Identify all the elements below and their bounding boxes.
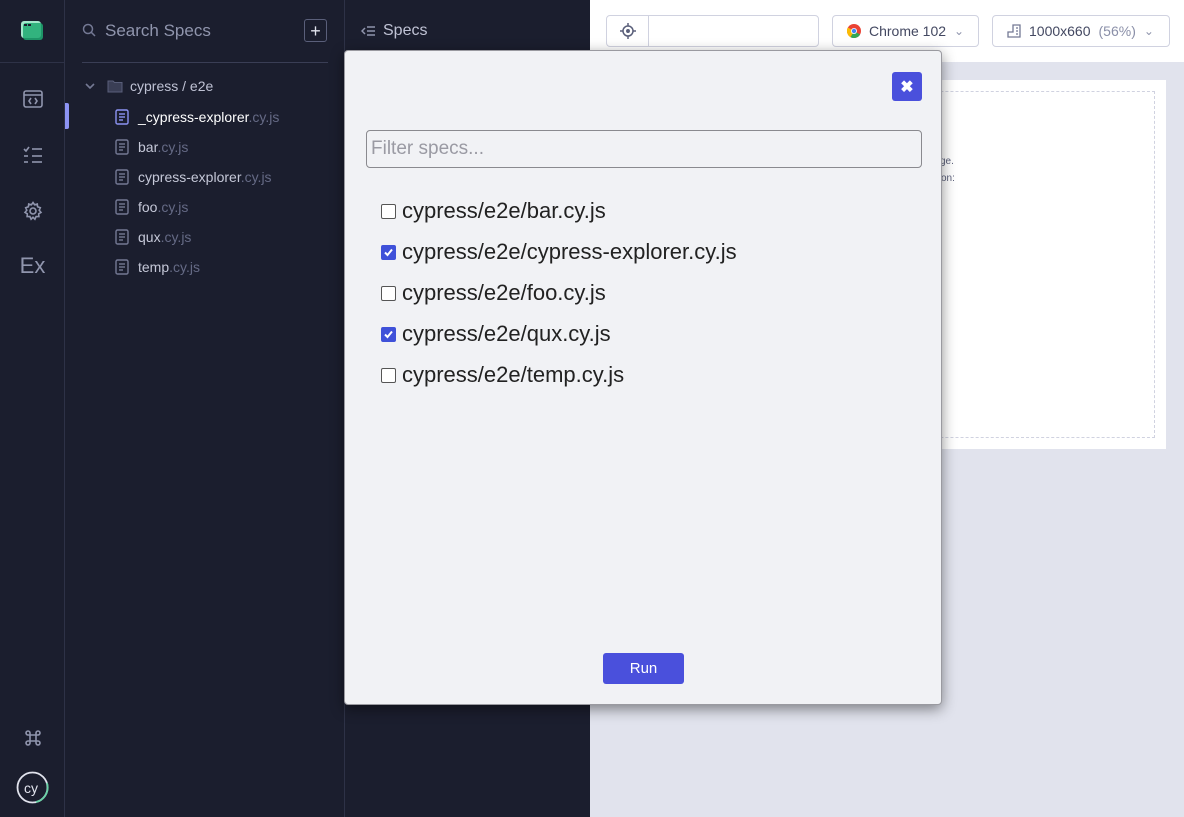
keyboard-shortcuts-button[interactable] xyxy=(0,729,65,747)
spec-list-item[interactable]: temp.cy.js xyxy=(65,253,345,279)
spec-list-item[interactable]: _cypress-explorer.cy.js xyxy=(65,103,345,129)
spec-name: _cypress-explorer.cy.js xyxy=(138,109,279,125)
viewport-size: 1000x660 xyxy=(1029,23,1091,39)
browser-label: Chrome 102 xyxy=(869,23,947,39)
spec-basename: qux xyxy=(138,229,161,245)
crosshair-icon xyxy=(607,16,649,46)
spec-option[interactable]: cypress/e2e/bar.cy.js xyxy=(381,196,606,226)
checkbox-checked[interactable] xyxy=(381,244,396,260)
search-divider xyxy=(82,62,328,63)
viewport-zoom: (56%) xyxy=(1098,23,1136,39)
checkbox-checked[interactable] xyxy=(381,326,396,342)
document-icon xyxy=(115,139,129,155)
spec-name: foo.cy.js xyxy=(138,199,188,215)
chevron-down-icon: ⌄ xyxy=(954,24,965,38)
close-button[interactable]: ✖ xyxy=(892,72,922,101)
spec-name: qux.cy.js xyxy=(138,229,191,245)
spec-option[interactable]: cypress/e2e/foo.cy.js xyxy=(381,278,606,308)
search-row: + xyxy=(65,0,345,62)
nav-settings[interactable] xyxy=(0,191,65,231)
logo-text: cy xyxy=(24,780,38,796)
spec-option-label: cypress/e2e/temp.cy.js xyxy=(402,362,625,387)
gear-icon xyxy=(23,201,42,221)
checkbox-unchecked[interactable] xyxy=(381,367,396,383)
checkbox-unchecked[interactable] xyxy=(381,203,396,219)
search-icon xyxy=(82,23,96,37)
ruler-icon xyxy=(1007,24,1021,38)
cypress-logo-icon: cy xyxy=(16,771,49,804)
spec-extension: .cy.js xyxy=(160,229,192,245)
chevron-down-icon xyxy=(85,83,95,90)
new-spec-button[interactable]: + xyxy=(304,19,327,42)
spec-option-label: cypress/e2e/cypress-explorer.cy.js xyxy=(402,239,737,264)
aut-text-1: ge. xyxy=(940,156,954,167)
spec-basename: foo xyxy=(138,199,158,215)
spec-option-label: cypress/e2e/bar.cy.js xyxy=(402,198,606,223)
spec-extension: .cy.js xyxy=(240,169,272,185)
checkbox-unchecked[interactable] xyxy=(381,285,396,301)
spec-basename: cypress-explorer xyxy=(138,169,241,185)
nav-specs[interactable] xyxy=(0,135,65,175)
nav-runs[interactable] xyxy=(0,79,65,119)
spec-list-item[interactable]: cypress-explorer.cy.js xyxy=(65,163,345,189)
spec-option-label: cypress/e2e/qux.cy.js xyxy=(402,321,611,346)
spec-basename: bar xyxy=(138,139,158,155)
filter-specs-input[interactable] xyxy=(366,130,922,168)
spec-extension: .cy.js xyxy=(169,259,200,275)
spec-list-item[interactable]: foo.cy.js xyxy=(65,193,345,219)
viewport-info-button[interactable]: 1000x660 (56%) ⌄ xyxy=(992,15,1170,47)
chrome-icon xyxy=(847,24,861,38)
spec-option[interactable]: cypress/e2e/qux.cy.js xyxy=(381,319,611,349)
spec-list-item[interactable]: bar.cy.js xyxy=(65,133,345,159)
folder-icon xyxy=(107,80,123,93)
spec-basename: temp xyxy=(138,259,170,275)
app-logo-icon[interactable] xyxy=(21,21,43,40)
command-icon xyxy=(24,730,41,746)
cypress-logo[interactable]: cy xyxy=(0,771,65,804)
spec-name: bar.cy.js xyxy=(138,139,188,155)
document-icon xyxy=(115,169,129,185)
run-button[interactable]: Run xyxy=(603,653,684,684)
checklist-icon xyxy=(22,146,42,163)
spec-name: cypress-explorer.cy.js xyxy=(138,169,272,185)
rail-divider xyxy=(0,62,65,63)
folder-label: cypress / e2e xyxy=(130,78,214,94)
chevron-down-icon: ⌄ xyxy=(1143,24,1154,38)
search-specs-input[interactable] xyxy=(105,18,285,44)
document-icon xyxy=(115,259,129,275)
specs-panel: + cypress / e2e _cypress-explorer.cy.jsb… xyxy=(65,0,345,817)
browser-select[interactable]: Chrome 102 ⌄ xyxy=(832,15,979,47)
document-icon xyxy=(115,229,129,245)
nav-explorer[interactable]: Ex xyxy=(0,246,65,286)
icon-rail: Ex cy xyxy=(0,0,65,817)
document-icon xyxy=(115,109,129,125)
spec-option[interactable]: cypress/e2e/cypress-explorer.cy.js xyxy=(381,237,737,267)
aut-text-2: on: xyxy=(941,173,955,184)
selector-playground-button[interactable] xyxy=(606,15,819,47)
code-window-icon xyxy=(22,90,43,108)
spec-name: temp.cy.js xyxy=(138,259,200,275)
document-icon xyxy=(115,199,129,215)
spec-option-label: cypress/e2e/foo.cy.js xyxy=(402,280,606,305)
runner-title: Specs xyxy=(383,22,428,39)
spec-extension: .cy.js xyxy=(157,199,189,215)
spec-list-item[interactable]: qux.cy.js xyxy=(65,223,345,249)
spec-selector-modal: ✖ cypress/e2e/bar.cy.js cypress/e2e/cypre… xyxy=(344,50,942,705)
spec-option[interactable]: cypress/e2e/temp.cy.js xyxy=(381,360,624,390)
spec-basename: _cypress-explorer xyxy=(138,109,249,125)
spec-extension: .cy.js xyxy=(157,139,189,155)
collapse-list-icon xyxy=(361,26,375,36)
runner-header[interactable]: Specs xyxy=(361,22,427,40)
spec-extension: .cy.js xyxy=(248,109,280,125)
